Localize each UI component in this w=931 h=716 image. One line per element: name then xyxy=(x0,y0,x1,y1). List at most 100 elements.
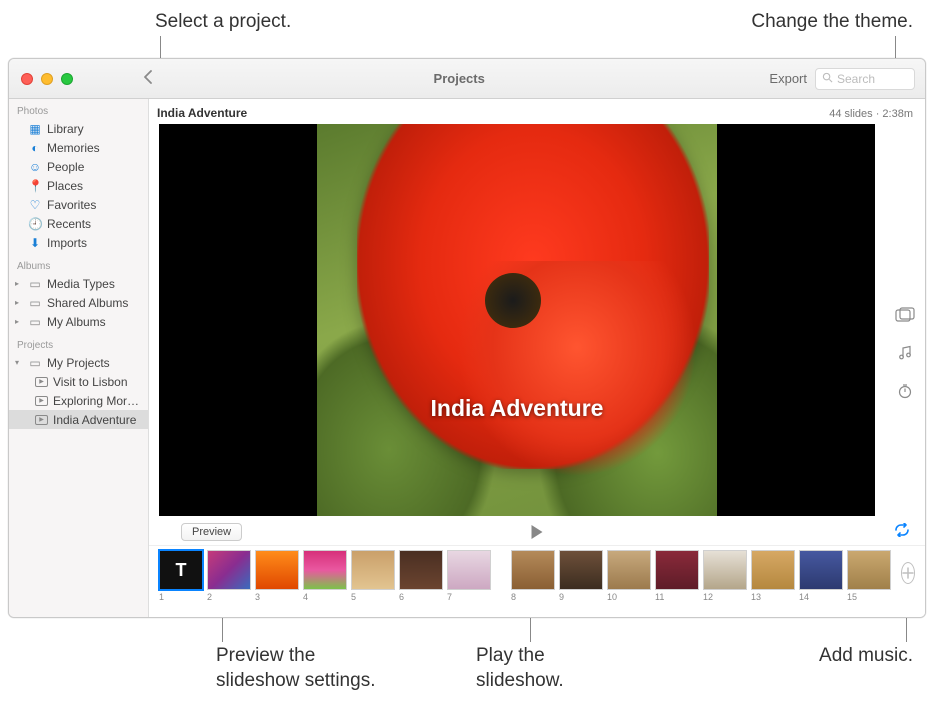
thumbnail-image xyxy=(255,550,299,590)
sidebar-section-albums: Albums xyxy=(9,258,148,274)
sidebar-item-label: Recents xyxy=(47,217,91,231)
thumbnail-image xyxy=(511,550,555,590)
search-input[interactable]: Search xyxy=(815,68,915,90)
sidebar-item-favorites[interactable]: ♡Favorites xyxy=(9,195,148,214)
sidebar-item-label: Memories xyxy=(47,141,100,155)
project-meta: 44 slides · 2:38m xyxy=(829,108,913,120)
favorites-icon: ♡ xyxy=(28,198,42,212)
thumbnail-number: 6 xyxy=(399,590,404,602)
chevron-right-icon: ▸ xyxy=(15,317,23,326)
thumbnail[interactable]: 4 xyxy=(303,550,347,602)
thumbnail[interactable]: 3 xyxy=(255,550,299,602)
thumbnail[interactable]: 9 xyxy=(559,550,603,602)
duration-button[interactable] xyxy=(894,380,916,402)
play-button[interactable] xyxy=(532,525,543,539)
music-button[interactable] xyxy=(894,342,916,364)
thumbnail-image xyxy=(751,550,795,590)
thumbnail[interactable]: 5 xyxy=(351,550,395,602)
recents-icon: 🕘 xyxy=(28,217,42,231)
library-icon: ▦ xyxy=(28,122,42,136)
project-header: India Adventure 44 slides · 2:38m xyxy=(149,99,925,124)
thumbnail-number: 13 xyxy=(751,590,761,602)
sidebar-item-memories[interactable]: ◐Memories xyxy=(9,138,148,157)
thumbnail-image xyxy=(351,550,395,590)
folder-icon: ▭ xyxy=(28,277,42,291)
sidebar-item-label: Media Types xyxy=(47,277,115,291)
thumbnail-image xyxy=(655,550,699,590)
callout-text: slideshow. xyxy=(476,670,564,691)
callout-text: slideshow settings. xyxy=(216,670,375,691)
add-photos-button[interactable] xyxy=(901,562,915,584)
callout-change-theme: Change the theme. xyxy=(751,10,913,35)
slide-title-overlay: India Adventure xyxy=(431,395,604,422)
main-content: India Adventure 44 slides · 2:38m India … xyxy=(149,99,925,617)
imports-icon: ⬇ xyxy=(28,236,42,250)
current-slide-image xyxy=(317,124,718,516)
thumbnail[interactable]: 14 xyxy=(799,550,843,602)
sidebar-item-recents[interactable]: 🕘 Recents xyxy=(9,214,148,233)
thumbnail-image xyxy=(799,550,843,590)
slideshow-viewer[interactable]: India Adventure xyxy=(159,124,875,516)
thumbnail[interactable]: 13 xyxy=(751,550,795,602)
sidebar-item-imports[interactable]: ⬇ Imports xyxy=(9,233,148,252)
folder-icon: ▭ xyxy=(28,315,42,329)
sidebar-item-places[interactable]: 📍Places xyxy=(9,176,148,195)
callout-text: Preview the xyxy=(216,645,315,666)
sidebar-item-my-albums[interactable]: ▸▭My Albums xyxy=(9,312,148,331)
side-tools xyxy=(885,124,925,519)
preview-button[interactable]: Preview xyxy=(181,523,242,541)
thumbnail-image xyxy=(399,550,443,590)
export-button[interactable]: Export xyxy=(769,71,807,86)
thumbnail-number: 1 xyxy=(159,590,164,602)
sidebar-section-photos: Photos xyxy=(9,103,148,119)
sidebar-project-india-adventure[interactable]: ▶India Adventure xyxy=(9,410,148,429)
sidebar-item-label: People xyxy=(47,160,84,174)
slideshow-icon: ▶ xyxy=(35,377,48,387)
plus-icon xyxy=(902,567,914,579)
thumbnail-number: 14 xyxy=(799,590,809,602)
thumbnail-strip: T 1 2 3 4 5 6 7 8 9 10 11 12 13 14 15 xyxy=(149,545,925,617)
fullscreen-window-button[interactable] xyxy=(61,73,73,85)
sidebar-project-visit-lisbon[interactable]: ▶ Visit to Lisbon xyxy=(9,372,148,391)
thumbnail-image xyxy=(303,550,347,590)
theme-icon xyxy=(895,307,915,323)
sidebar-project-exploring[interactable]: ▶Exploring Mor… xyxy=(9,391,148,410)
window-title: Projects xyxy=(149,71,769,86)
thumbnail-number: 8 xyxy=(511,590,516,602)
chevron-down-icon: ▾ xyxy=(15,358,23,367)
sidebar-item-library[interactable]: ▦ Library xyxy=(9,119,148,138)
thumbnail[interactable]: 6 xyxy=(399,550,443,602)
thumbnail[interactable]: 2 xyxy=(207,550,251,602)
thumbnail[interactable]: 15 xyxy=(847,550,891,602)
thumbnail-title-slide[interactable]: T 1 xyxy=(159,550,203,602)
titlebar: Projects Export Search xyxy=(9,59,925,99)
folder-icon: ▭ xyxy=(28,296,42,310)
thumbnail-number: 11 xyxy=(655,590,664,602)
minimize-window-button[interactable] xyxy=(41,73,53,85)
thumbnail-number: 10 xyxy=(607,590,617,602)
sidebar-item-people[interactable]: ☺People xyxy=(9,157,148,176)
project-title: India Adventure xyxy=(157,106,247,120)
controls-row: Preview xyxy=(149,519,925,545)
sidebar-item-shared-albums[interactable]: ▸▭Shared Albums xyxy=(9,293,148,312)
sidebar-item-media-types[interactable]: ▸▭Media Types xyxy=(9,274,148,293)
thumbnail[interactable]: 12 xyxy=(703,550,747,602)
places-icon: 📍 xyxy=(28,179,42,193)
thumbnail[interactable]: 10 xyxy=(607,550,651,602)
loop-button[interactable] xyxy=(893,523,911,541)
thumbnail-image: T xyxy=(159,550,203,590)
sidebar-item-label: Visit to Lisbon xyxy=(53,375,128,389)
close-window-button[interactable] xyxy=(21,73,33,85)
sidebar-item-my-projects[interactable]: ▾▭My Projects xyxy=(9,353,148,372)
theme-button[interactable] xyxy=(894,304,916,326)
thumbnail[interactable]: 7 xyxy=(447,550,491,602)
thumbnail[interactable]: 11 xyxy=(655,550,699,602)
thumbnail-image xyxy=(447,550,491,590)
sidebar-item-label: Imports xyxy=(47,236,87,250)
search-icon xyxy=(822,72,833,86)
music-icon xyxy=(897,345,913,361)
sidebar-item-label: Library xyxy=(47,122,84,136)
thumbnail[interactable]: 8 xyxy=(511,550,555,602)
thumbnail-image xyxy=(847,550,891,590)
thumbnail-number: 9 xyxy=(559,590,564,602)
